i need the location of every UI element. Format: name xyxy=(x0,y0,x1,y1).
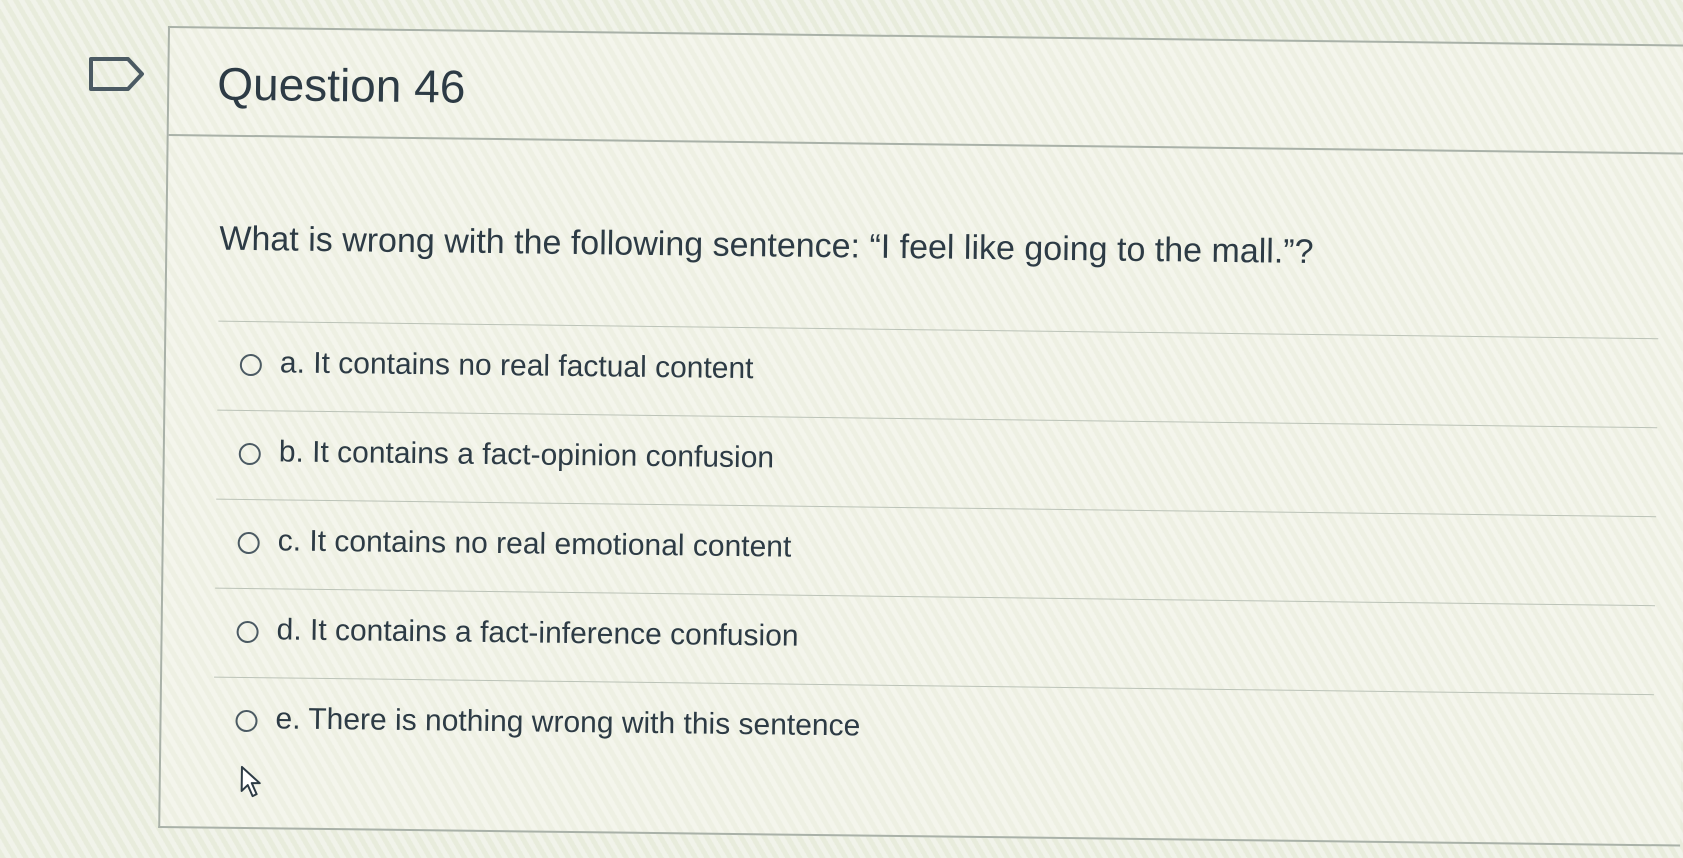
question-text: What is wrong with the following sentenc… xyxy=(219,219,1314,272)
radio-button[interactable] xyxy=(238,442,261,466)
answer-label: b. It contains a fact-opinion confusion xyxy=(278,435,775,475)
answer-label: d. It contains a fact-inference confusio… xyxy=(276,613,799,653)
question-header: Question 46 xyxy=(168,26,1683,155)
answer-label: a. It contains no real factual content xyxy=(279,346,754,386)
flag-question-icon[interactable] xyxy=(88,56,148,92)
answer-option-c[interactable]: c. It contains no real emotional content xyxy=(215,498,1657,606)
answer-option-e[interactable]: e. There is nothing wrong with this sent… xyxy=(212,676,1654,784)
answer-label: e. There is nothing wrong with this sent… xyxy=(275,702,861,743)
question-title: Question 46 xyxy=(216,57,466,113)
radio-button[interactable] xyxy=(235,709,258,733)
answer-option-d[interactable]: d. It contains a fact-inference confusio… xyxy=(214,587,1656,695)
answer-option-b[interactable]: b. It contains a fact-opinion confusion xyxy=(216,409,1658,517)
question-card: Question 46 What is wrong with the follo… xyxy=(158,26,1683,847)
answer-label: c. It contains no real emotional content xyxy=(277,524,792,564)
radio-button[interactable] xyxy=(237,531,260,555)
radio-button[interactable] xyxy=(236,620,259,644)
answer-list: a. It contains no real factual content b… xyxy=(212,320,1659,784)
mouse-pointer-icon xyxy=(239,765,265,799)
answer-option-a[interactable]: a. It contains no real factual content xyxy=(217,320,1659,428)
radio-button[interactable] xyxy=(239,353,262,377)
